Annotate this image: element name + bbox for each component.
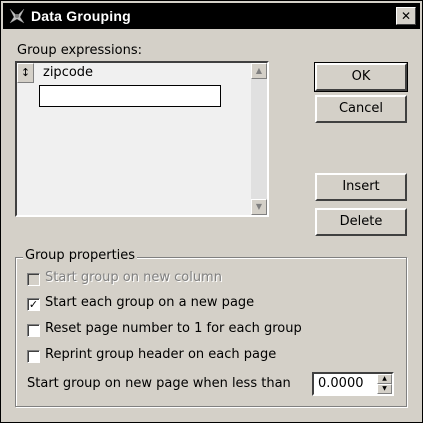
reprint-header-label: Reprint group header on each page [45,347,277,362]
title-bar[interactable]: Data Grouping ✕ [3,3,420,29]
scroll-up-button[interactable]: ▲ [251,63,267,79]
triangle-up-icon: ▲ [255,66,263,75]
list-item[interactable]: zipcode [43,65,93,80]
delete-button[interactable]: Delete [315,208,407,236]
group-expressions-label: Group expressions: [17,43,142,58]
app-icon [8,7,26,25]
triangle-up-icon: ▲ [382,375,387,382]
dialog-window: Data Grouping ✕ Group expressions: ↕ zip… [0,0,423,423]
new-expression-input[interactable] [39,85,221,107]
group-expressions-list[interactable]: ↕ zipcode ▲ ▼ [15,61,269,217]
triangle-down-icon: ▼ [255,202,263,211]
close-button[interactable]: ✕ [396,7,416,25]
threshold-value[interactable]: 0.0000 [318,376,364,391]
reset-page-number-checkbox[interactable] [27,324,40,337]
scroll-down-button[interactable]: ▼ [251,199,267,215]
start-new-page-checkbox[interactable]: ✓ [27,298,40,311]
cancel-button[interactable]: Cancel [315,95,407,123]
start-new-column-checkbox[interactable] [27,273,40,286]
spin-down-button[interactable]: ▼ [377,384,392,394]
reset-page-number-label: Reset page number to 1 for each group [45,321,302,336]
threshold-spinbox[interactable]: 0.0000 ▲ ▼ [312,372,394,396]
start-new-column-label: Start group on new column [45,270,222,285]
ok-button[interactable]: OK [314,62,408,92]
group-properties-title: Group properties [23,248,138,263]
start-new-page-label: Start each group on a new page [45,295,255,310]
check-mark-icon: ✓ [28,298,39,311]
triangle-down-icon: ▼ [382,385,387,392]
insert-button[interactable]: Insert [315,173,407,201]
spin-up-button[interactable]: ▲ [377,374,392,384]
row-move-handle[interactable]: ↕ [17,63,34,83]
reprint-header-checkbox[interactable] [27,350,40,363]
close-icon: ✕ [400,9,412,23]
up-down-arrow-icon: ↕ [20,66,31,79]
threshold-label: Start group on new page when less than [27,376,291,391]
window-title: Data Grouping [31,8,131,24]
vertical-scrollbar[interactable]: ▲ ▼ [251,63,267,215]
